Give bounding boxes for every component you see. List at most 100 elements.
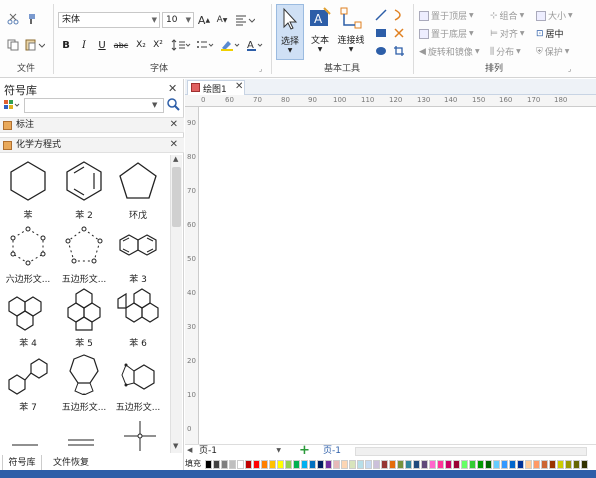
color-swatch[interactable] xyxy=(493,460,500,469)
shape-pentagon-text-2[interactable]: 五边形文... xyxy=(56,351,112,413)
subscript-button[interactable]: X₂ xyxy=(134,38,148,52)
color-swatch[interactable] xyxy=(477,460,484,469)
shape-line-single[interactable] xyxy=(10,437,40,451)
send-to-back-button[interactable]: 置于底层 ▼ xyxy=(419,27,474,40)
shape-benzene-6[interactable]: 苯 6 xyxy=(110,287,166,349)
color-swatch[interactable] xyxy=(213,460,220,469)
distribute-button[interactable]: ⫼ 分布 ▼ xyxy=(490,45,521,59)
bullet-list-icon[interactable] xyxy=(195,38,215,52)
scroll-left-icon[interactable]: ◀ xyxy=(187,446,192,454)
close-icon[interactable]: ✕ xyxy=(235,81,243,92)
line-spacing-icon[interactable] xyxy=(170,38,192,52)
shape-hexagon-text[interactable]: 六边形文... xyxy=(0,223,56,285)
color-swatch[interactable] xyxy=(365,460,372,469)
highlight-color-icon[interactable] xyxy=(219,38,241,52)
shrink-font-icon[interactable]: A ▼ xyxy=(215,12,229,28)
color-swatch[interactable] xyxy=(461,460,468,469)
section-chem[interactable]: 化学方程式 ✕ xyxy=(0,137,184,153)
scrollbar-thumb[interactable] xyxy=(172,167,181,227)
shape-cyclopentane[interactable]: 环戊 xyxy=(110,159,166,221)
color-swatch[interactable] xyxy=(333,460,340,469)
grow-font-icon[interactable]: A ▲ xyxy=(197,12,211,28)
chevron-down-icon[interactable]: ▼ xyxy=(152,98,157,113)
page-tab[interactable]: 页-1 xyxy=(323,445,353,457)
color-swatch[interactable] xyxy=(205,460,212,469)
color-swatch[interactable] xyxy=(397,460,404,469)
scroll-up-icon[interactable]: ▲ xyxy=(173,155,178,163)
color-swatch[interactable] xyxy=(557,460,564,469)
color-swatch[interactable] xyxy=(405,460,412,469)
color-swatch[interactable] xyxy=(533,460,540,469)
scroll-down-icon[interactable]: ▼ xyxy=(173,442,178,450)
align-text-icon[interactable] xyxy=(234,12,256,28)
color-swatch[interactable] xyxy=(349,460,356,469)
dialog-launcher-icon[interactable]: ⌟ xyxy=(568,65,571,73)
color-swatch[interactable] xyxy=(485,460,492,469)
color-swatch[interactable] xyxy=(509,460,516,469)
font-color-icon[interactable]: A xyxy=(245,38,265,52)
color-swatch[interactable] xyxy=(565,460,572,469)
color-swatch[interactable] xyxy=(525,460,532,469)
library-scrollbar[interactable]: ▲ ▼ xyxy=(170,155,182,453)
color-swatch[interactable] xyxy=(541,460,548,469)
close-icon[interactable]: ✕ xyxy=(168,82,177,95)
superscript-button[interactable]: X² xyxy=(151,38,165,52)
shape-benzene-5[interactable]: 苯 5 xyxy=(56,287,112,349)
add-page-icon[interactable]: + xyxy=(299,443,310,458)
rotate-mirror-button[interactable]: ◀ 旋转和镜像 ▼ xyxy=(419,45,480,59)
tab-file-recovery[interactable]: 文件恢复 xyxy=(46,455,96,471)
shape-benzene[interactable]: 苯 xyxy=(0,159,56,221)
color-swatch[interactable] xyxy=(261,460,268,469)
search-icon[interactable] xyxy=(166,97,182,113)
color-swatch[interactable] xyxy=(285,460,292,469)
color-swatch[interactable] xyxy=(325,460,332,469)
color-swatch[interactable] xyxy=(581,460,588,469)
section-annotation[interactable]: 标注 ✕ xyxy=(0,117,184,133)
shape-cross[interactable] xyxy=(120,419,160,453)
shape-benzene-3[interactable]: 苯 3 xyxy=(110,223,166,285)
color-swatch[interactable] xyxy=(301,460,308,469)
group-button[interactable]: ⊹ 组合 ▼ xyxy=(490,9,524,23)
color-swatch[interactable] xyxy=(245,460,252,469)
color-swatch[interactable] xyxy=(429,460,436,469)
font-name-select[interactable]: 宋体 ▼ xyxy=(58,12,160,28)
color-swatch[interactable] xyxy=(381,460,388,469)
color-swatch[interactable] xyxy=(501,460,508,469)
copy-icon[interactable] xyxy=(6,38,20,52)
cut-icon[interactable] xyxy=(6,12,20,26)
paste-icon[interactable] xyxy=(24,38,46,52)
color-swatch[interactable] xyxy=(453,460,460,469)
font-size-select[interactable]: 10 ▼ xyxy=(162,12,194,28)
curve-tool-icon[interactable] xyxy=(392,8,406,22)
bring-to-front-button[interactable]: 置于顶层 ▼ xyxy=(419,9,474,22)
dialog-launcher-icon[interactable]: ⌟ xyxy=(259,65,262,73)
format-painter-icon[interactable] xyxy=(24,12,38,26)
italic-button[interactable]: I xyxy=(78,38,90,52)
rectangle-tool-icon[interactable] xyxy=(374,26,388,40)
color-swatch[interactable] xyxy=(357,460,364,469)
page-select[interactable]: 页-1 ▼ xyxy=(199,445,283,457)
underline-button[interactable]: U xyxy=(96,38,108,52)
color-swatch[interactable] xyxy=(413,460,420,469)
protect-button[interactable]: ⛨ 保护 ▼ xyxy=(536,45,569,59)
color-swatch[interactable] xyxy=(437,460,444,469)
color-swatch[interactable] xyxy=(573,460,580,469)
shape-pentagon-text-3[interactable]: 五边形文... xyxy=(110,351,166,413)
text-tool-button[interactable]: A 文本 ▼ xyxy=(306,4,334,60)
color-swatch[interactable] xyxy=(373,460,380,469)
color-swatch[interactable] xyxy=(469,460,476,469)
shape-line-double[interactable] xyxy=(66,435,96,449)
tab-symbol-library[interactable]: 符号库 xyxy=(2,455,42,471)
crop-tool-icon[interactable] xyxy=(392,44,406,58)
color-swatch[interactable] xyxy=(229,460,236,469)
close-icon[interactable]: ✕ xyxy=(170,118,178,132)
shape-pentagon-text[interactable]: 五边形文... xyxy=(56,223,112,285)
color-swatch[interactable] xyxy=(549,460,556,469)
color-swatch[interactable] xyxy=(269,460,276,469)
drawing-canvas[interactable] xyxy=(199,107,596,444)
center-button[interactable]: ⊡ 居中 xyxy=(536,27,564,41)
color-swatch[interactable] xyxy=(317,460,324,469)
library-picker-icon[interactable] xyxy=(3,98,21,112)
size-button[interactable]: 大小 ▼ xyxy=(536,9,573,22)
color-swatch[interactable] xyxy=(277,460,284,469)
